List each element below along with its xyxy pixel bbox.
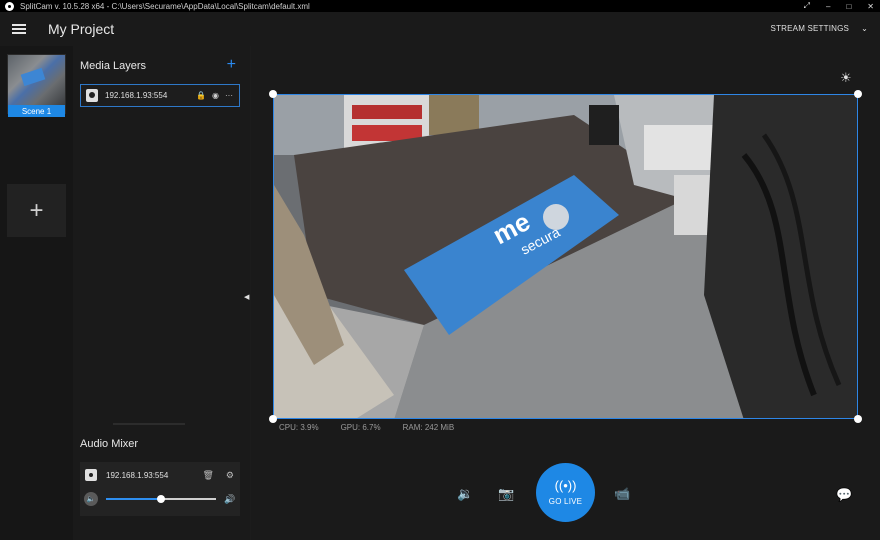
ip-camera-icon: [86, 89, 98, 102]
maximize-button[interactable]: □: [846, 2, 851, 11]
camera-snapshot-icon[interactable]: 📷: [498, 486, 514, 502]
audio-source-row: 192.168.1.93:554 🗑 ⚙: [80, 468, 240, 482]
record-icon[interactable]: 📹: [614, 486, 630, 502]
add-media-layer-button[interactable]: +: [227, 56, 236, 74]
media-layer-name: 192.168.1.93:554: [105, 91, 168, 100]
bottom-controls: 🔉 📷 ((•)) GO LIVE 📹 💬: [251, 463, 880, 523]
audio-source-actions: 🗑 ⚙: [202, 470, 234, 481]
volume-slider-fill: [106, 498, 161, 500]
resize-handle-bottom-left[interactable]: [269, 415, 277, 423]
media-layer-item[interactable]: 192.168.1.93:554 🔒 ◉ ···: [80, 84, 240, 107]
media-layers-title: Media Layers: [80, 60, 147, 72]
close-button[interactable]: ✕: [867, 2, 874, 11]
stream-settings-button[interactable]: STREAM SETTINGS ⌄: [771, 24, 868, 33]
gpu-usage: GPU: 6.7%: [340, 423, 381, 432]
more-options-icon[interactable]: ···: [225, 91, 233, 100]
scene-label: Scene 1: [8, 105, 65, 117]
resize-handle-top-left[interactable]: [269, 90, 277, 98]
go-live-button[interactable]: ((•)) GO LIVE: [536, 463, 595, 522]
plus-icon: +: [29, 196, 44, 224]
minimize-button[interactable]: –: [826, 2, 830, 11]
window-titlebar: SplitCam v. 10.5.28 x64 - C:\Users\Secur…: [0, 0, 880, 12]
mute-button[interactable]: 🔈: [84, 492, 98, 506]
pin-window-button[interactable]: ⤢: [804, 1, 810, 11]
trash-icon[interactable]: 🗑: [202, 470, 213, 481]
main-preview-area: ☀ me secura CPU: 3.9% GPU: 6.7% RAM: 242…: [251, 46, 880, 540]
ram-usage: RAM: 242 MiB: [402, 423, 455, 432]
audio-source-name: 192.168.1.93:554: [106, 470, 169, 480]
left-panel: Media Layers + 192.168.1.93:554 🔒 ◉ ··· …: [73, 46, 250, 540]
window-title: SplitCam v. 10.5.28 x64 - C:\Users\Secur…: [20, 1, 310, 11]
collapse-panel-arrow-icon[interactable]: ◀: [244, 293, 249, 301]
hamburger-menu-icon[interactable]: [12, 24, 26, 34]
camera-feed-image: me secura: [274, 95, 857, 418]
project-title: My Project: [48, 21, 115, 37]
scenes-panel: Scene 1 +: [0, 46, 73, 540]
eye-icon[interactable]: ◉: [212, 91, 219, 100]
volume-slider-knob[interactable]: [157, 495, 165, 503]
chat-icon[interactable]: 💬: [836, 487, 852, 503]
volume-control: 🔈 🔊: [84, 492, 236, 506]
add-scene-button[interactable]: +: [7, 184, 66, 237]
go-live-label: GO LIVE: [548, 497, 583, 506]
audio-mixer-item: 192.168.1.93:554 🗑 ⚙ 🔈 🔊: [80, 462, 240, 516]
broadcast-icon: ((•)): [554, 478, 577, 493]
media-layer-actions: 🔒 ◉ ···: [196, 91, 233, 100]
audio-mixer-title: Audio Mixer: [80, 438, 139, 450]
resize-handle-bottom-right[interactable]: [854, 415, 862, 423]
volume-icon[interactable]: 🔉: [457, 486, 473, 502]
gear-icon[interactable]: ⚙: [226, 470, 234, 481]
stream-settings-label: STREAM SETTINGS: [770, 24, 850, 33]
splitcam-logo-icon: [5, 1, 14, 11]
volume-slider[interactable]: [106, 495, 216, 503]
app-header: My Project STREAM SETTINGS ⌄: [0, 12, 880, 46]
panel-scrollbar[interactable]: [113, 423, 185, 425]
scene-thumbnail[interactable]: Scene 1: [7, 54, 66, 117]
camera-preview[interactable]: me secura: [273, 94, 858, 419]
chevron-down-icon: ⌄: [861, 24, 868, 33]
scene-preview-image: [8, 55, 65, 105]
lock-icon[interactable]: 🔒: [196, 91, 206, 100]
window-controls: ⤢ – □ ✕: [804, 0, 874, 12]
audio-source-icon: [85, 469, 97, 481]
performance-stats: CPU: 3.9% GPU: 6.7% RAM: 242 MiB: [279, 423, 454, 432]
speaker-loud-icon: 🔊: [224, 493, 236, 504]
cpu-usage: CPU: 3.9%: [279, 423, 319, 432]
brightness-icon[interactable]: ☀: [840, 70, 852, 86]
resize-handle-top-right[interactable]: [854, 90, 862, 98]
